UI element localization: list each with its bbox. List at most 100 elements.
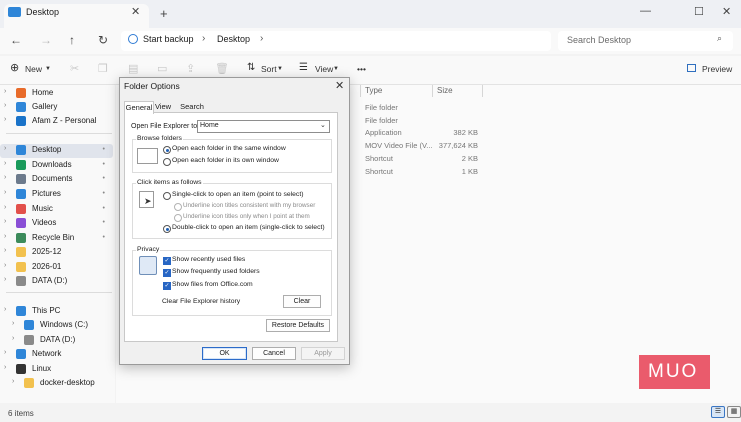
sidebar-item[interactable]: › Windows (C:) [0, 319, 113, 333]
network-icon [16, 349, 26, 359]
details-view-icon[interactable]: ☰ [711, 406, 725, 418]
delete-icon[interactable]: 🗑 [215, 62, 229, 75]
breadcrumb-separator[interactable]: › [260, 33, 263, 44]
option-single-click[interactable]: Single-click to open an item (point to s… [172, 191, 303, 198]
sidebar-item[interactable]: › DATA (D:) [0, 334, 113, 348]
expand-chevron-icon[interactable]: › [4, 204, 6, 211]
maximize-button[interactable]: ☐ [694, 5, 704, 18]
expand-chevron-icon[interactable]: › [4, 276, 6, 283]
sort-button[interactable]: Sort [261, 64, 277, 74]
tab-view[interactable]: View [153, 101, 173, 113]
up-button[interactable]: ↑ [69, 33, 75, 47]
more-options-button[interactable]: ••• [357, 64, 366, 74]
breadcrumb-desktop[interactable]: Desktop [217, 34, 250, 44]
expand-chevron-icon[interactable]: › [4, 88, 6, 95]
radio-single-click[interactable] [163, 192, 171, 200]
option-double-click[interactable]: Double-click to open an item (single-cli… [172, 224, 325, 231]
radio-double-click[interactable] [163, 225, 171, 233]
minimize-button[interactable]: — [640, 5, 651, 17]
sidebar-item[interactable]: › Documents • [0, 173, 113, 187]
sidebar-item[interactable]: › Downloads • [0, 159, 113, 173]
sidebar-item[interactable]: › Videos • [0, 217, 113, 231]
expand-chevron-icon[interactable]: › [4, 218, 6, 225]
refresh-button[interactable]: ↻ [98, 33, 108, 47]
radio-underline-point[interactable] [174, 214, 182, 222]
apply-button[interactable]: Apply [301, 347, 345, 360]
forward-button[interactable]: → [40, 33, 52, 47]
cancel-button[interactable]: Cancel [252, 347, 296, 360]
expand-chevron-icon[interactable]: › [4, 174, 6, 181]
expand-chevron-icon[interactable]: › [4, 233, 6, 240]
sidebar-item[interactable]: › Desktop • [0, 144, 113, 158]
expand-chevron-icon[interactable]: › [4, 116, 6, 123]
expand-chevron-icon[interactable]: › [12, 378, 14, 385]
checkbox-frequent-folders[interactable]: ✓ [163, 269, 171, 277]
expand-chevron-icon[interactable]: › [4, 189, 6, 196]
checkbox-recent-files[interactable]: ✓ [163, 257, 171, 265]
new-button[interactable]: New [25, 64, 42, 74]
ok-button[interactable]: OK [202, 347, 247, 360]
sidebar-item[interactable]: › Music • [0, 203, 113, 217]
videos-icon [16, 218, 26, 228]
sidebar-item-label: Gallery [32, 102, 58, 111]
file-size-cell: 2 KB [461, 153, 478, 163]
option-underline-point[interactable]: Underline icon titles only when I point … [183, 213, 310, 220]
sidebar-item[interactable]: › 2025-12 [0, 246, 113, 260]
sidebar-item[interactable]: › 2026-01 [0, 261, 113, 275]
option-own-window[interactable]: Open each folder in its own window [172, 157, 279, 164]
dialog-close-button[interactable]: ✕ [335, 79, 344, 92]
tiles-view-icon[interactable]: ▦ [727, 406, 741, 418]
expand-chevron-icon[interactable]: › [12, 335, 14, 342]
breadcrumb-separator[interactable]: › [202, 33, 205, 44]
restore-defaults-button[interactable]: Restore Defaults [266, 319, 330, 332]
rename-icon[interactable]: ▭ [157, 62, 167, 75]
drive-icon [24, 320, 34, 330]
sidebar-item[interactable]: › DATA (D:) [0, 275, 113, 289]
tab-general[interactable]: General [124, 101, 154, 114]
sidebar-item[interactable]: › Linux [0, 363, 113, 377]
expand-chevron-icon[interactable]: › [4, 247, 6, 254]
option-frequent-folders[interactable]: Show frequently used folders [172, 268, 260, 275]
view-button[interactable]: View [315, 64, 333, 74]
option-same-window[interactable]: Open each folder in the same window [172, 145, 286, 152]
sidebar-item[interactable]: › Home [0, 87, 113, 101]
expand-chevron-icon[interactable]: › [4, 364, 6, 371]
expand-chevron-icon[interactable]: › [4, 160, 6, 167]
radio-same-window[interactable] [163, 146, 171, 154]
expand-chevron-icon[interactable]: › [4, 102, 6, 109]
expand-chevron-icon[interactable]: › [4, 349, 6, 356]
back-button[interactable]: ← [10, 33, 22, 47]
column-header-size[interactable]: Size [437, 86, 453, 95]
cut-icon[interactable]: ✂ [70, 62, 79, 75]
radio-own-window[interactable] [163, 158, 171, 166]
sidebar-item[interactable]: › Network [0, 348, 113, 362]
checkbox-office-files[interactable]: ✓ [163, 282, 171, 290]
sidebar-item[interactable]: › Recycle Bin • [0, 232, 113, 246]
sidebar-item[interactable]: › This PC [0, 305, 113, 319]
search-icon[interactable]: ⌕ [717, 33, 722, 44]
sidebar-item[interactable]: › Gallery [0, 101, 113, 115]
search-input[interactable]: Search Desktop [567, 35, 631, 45]
tab-search[interactable]: Search [177, 101, 207, 113]
column-header-type[interactable]: Type [365, 86, 382, 95]
share-icon[interactable]: ⇪ [186, 62, 195, 75]
sidebar-item[interactable]: › Pictures • [0, 188, 113, 202]
expand-chevron-icon[interactable]: › [4, 145, 6, 152]
breadcrumb-start-backup[interactable]: Start backup [143, 34, 194, 44]
clear-history-button[interactable]: Clear [283, 295, 321, 308]
option-underline-browser[interactable]: Underline icon titles consistent with my… [183, 202, 315, 209]
expand-chevron-icon[interactable]: › [4, 262, 6, 269]
preview-button[interactable]: Preview [702, 64, 732, 74]
radio-underline-browser[interactable] [174, 203, 182, 211]
expand-chevron-icon[interactable]: › [4, 306, 6, 313]
option-recent-files[interactable]: Show recently used files [172, 256, 245, 263]
copy-icon[interactable]: ❐ [98, 62, 108, 75]
close-window-button[interactable]: ✕ [722, 5, 731, 18]
sidebar-item[interactable]: › docker-desktop [0, 377, 113, 391]
option-office-files[interactable]: Show files from Office.com [172, 281, 253, 288]
expand-chevron-icon[interactable]: › [12, 320, 14, 327]
paste-icon[interactable]: ▤ [128, 62, 138, 75]
sidebar-item[interactable]: › Afam Z - Personal [0, 115, 113, 129]
new-tab-button[interactable]: + [160, 6, 168, 21]
tab-close-icon[interactable]: ✕ [131, 5, 140, 18]
